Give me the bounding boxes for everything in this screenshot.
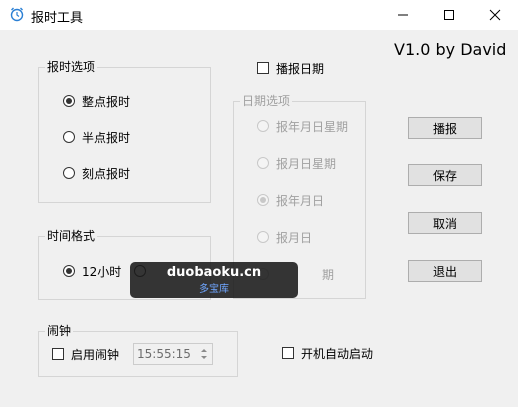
- radio-month-day-week[interactable]: 报月日星期: [257, 155, 336, 171]
- alarm-title: 闹钟: [45, 323, 74, 339]
- alarm-time-input[interactable]: 15:55:15: [133, 343, 213, 365]
- alarm-clock-icon: [9, 6, 25, 22]
- radio-12-hour[interactable]: 12小时: [63, 263, 121, 279]
- watermark-main: duobaoku.cn: [166, 265, 262, 280]
- radio-quarter-hour[interactable]: 刻点报时: [63, 165, 130, 181]
- watermark-sub: 多宝库: [199, 284, 229, 295]
- close-icon: [489, 9, 501, 21]
- cancel-button[interactable]: 取消: [408, 212, 482, 234]
- window-title: 报时工具: [31, 11, 84, 26]
- checkbox-label: 开机自动启动: [301, 346, 374, 361]
- radio-label: 报年月日: [276, 193, 325, 208]
- radio-hourly[interactable]: 整点报时: [63, 93, 130, 109]
- version-label: V1.0 by David: [394, 40, 507, 59]
- radio-indicator: [63, 167, 75, 179]
- maximize-button[interactable]: [426, 0, 472, 30]
- radio-indicator: [63, 95, 75, 107]
- radio-label: 刻点报时: [82, 166, 131, 181]
- maximize-icon: [444, 10, 454, 20]
- radio-label: 12小时: [82, 264, 122, 279]
- alarm-time-value: 15:55:15: [137, 347, 191, 361]
- save-button[interactable]: 保存: [408, 164, 482, 186]
- radio-label: 报月日: [276, 230, 313, 245]
- autostart-checkbox[interactable]: 开机自动启动: [282, 345, 373, 361]
- broadcast-button[interactable]: 播报: [408, 117, 482, 139]
- checkbox-label: 启用闹钟: [71, 347, 120, 362]
- radio-month-day[interactable]: 报月日: [257, 229, 312, 245]
- radio-half-hour[interactable]: 半点报时: [63, 129, 130, 145]
- report-date-checkbox[interactable]: 播报日期: [257, 60, 324, 76]
- minimize-icon: [398, 14, 408, 16]
- checkbox-label: 播报日期: [276, 61, 325, 76]
- radio-year-month-day-week[interactable]: 报年月日星期: [257, 118, 348, 134]
- chevron-up-icon: [201, 349, 207, 352]
- radio-indicator: [257, 120, 269, 132]
- radio-indicator: [257, 194, 269, 206]
- radio-indicator: [63, 265, 75, 277]
- time-format-title: 时间格式: [45, 228, 98, 244]
- radio-indicator: [63, 131, 75, 143]
- close-button[interactable]: [472, 0, 518, 30]
- checkbox-indicator: [282, 347, 294, 359]
- radio-indicator: [257, 157, 269, 169]
- radio-label: 报年月日星期: [276, 119, 349, 134]
- radio-label: 半点报时: [82, 130, 131, 145]
- checkbox-indicator: [257, 62, 269, 74]
- checkbox-indicator: [52, 348, 64, 360]
- radio-indicator: [257, 231, 269, 243]
- date-options-title: 日期选项: [240, 93, 293, 109]
- minimize-button[interactable]: [380, 0, 426, 30]
- radio-year-month-day[interactable]: 报年月日: [257, 192, 324, 208]
- enable-alarm-checkbox[interactable]: 启用闹钟: [52, 346, 119, 362]
- radio-label: 整点报时: [82, 94, 131, 109]
- radio-label: 报月日星期: [276, 156, 337, 171]
- radio-label: 期: [322, 267, 335, 282]
- spin-arrows[interactable]: [197, 345, 211, 363]
- chevron-down-icon: [201, 356, 207, 359]
- exit-button[interactable]: 退出: [408, 260, 482, 282]
- watermark-overlay: duobaoku.cn 多宝库: [130, 262, 298, 298]
- report-options-title: 报时选项: [45, 59, 98, 75]
- title-bar: 报时工具: [0, 0, 518, 30]
